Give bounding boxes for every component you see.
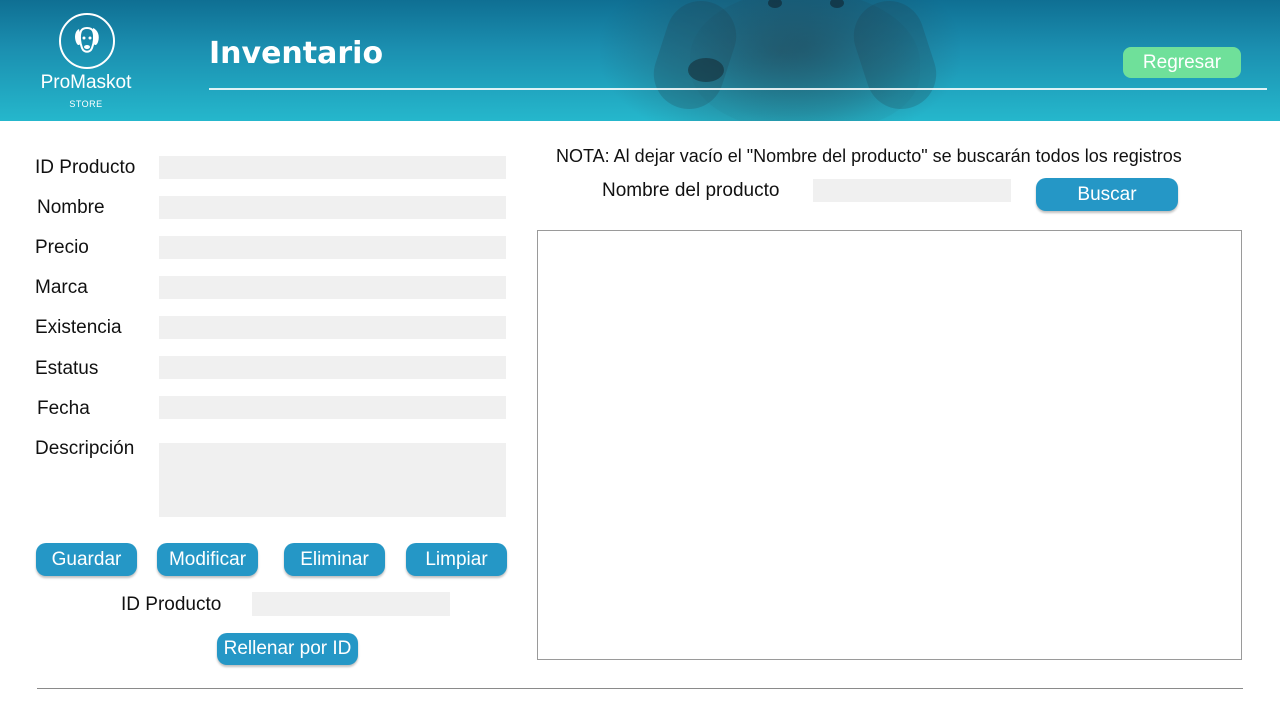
precio-label: Precio bbox=[35, 237, 89, 258]
nombre-label: Nombre bbox=[37, 197, 105, 218]
search-note: NOTA: Al dejar vacío el "Nombre del prod… bbox=[556, 146, 1182, 166]
delete-button[interactable]: Eliminar bbox=[284, 543, 385, 576]
precio-field[interactable] bbox=[159, 236, 506, 259]
estatus-field[interactable] bbox=[159, 356, 506, 379]
fecha-field[interactable] bbox=[159, 396, 506, 419]
dog-photo-nose bbox=[688, 58, 724, 82]
brand-name: ProMaskot bbox=[40, 72, 132, 93]
descripcion-field[interactable] bbox=[159, 443, 506, 517]
save-button[interactable]: Guardar bbox=[36, 543, 137, 576]
existencia-label: Existencia bbox=[35, 317, 122, 338]
product-name-search-input[interactable] bbox=[813, 179, 1011, 202]
marca-field[interactable] bbox=[159, 276, 506, 299]
dog-photo-eye bbox=[768, 0, 782, 8]
results-grid[interactable] bbox=[537, 230, 1242, 660]
nombre-field[interactable] bbox=[159, 196, 506, 219]
brand-subtitle: STORE bbox=[69, 99, 103, 109]
fecha-label: Fecha bbox=[37, 398, 90, 419]
existencia-field[interactable] bbox=[159, 316, 506, 339]
clear-button[interactable]: Limpiar bbox=[406, 543, 507, 576]
lookup-id-field[interactable] bbox=[252, 592, 450, 616]
back-button[interactable]: Regresar bbox=[1123, 47, 1241, 78]
id-producto-field[interactable] bbox=[159, 156, 506, 179]
title-divider bbox=[209, 88, 1267, 90]
search-button[interactable]: Buscar bbox=[1036, 178, 1178, 211]
lookup-id-label: ID Producto bbox=[121, 594, 222, 615]
id-producto-label: ID Producto bbox=[35, 157, 136, 178]
page-title: Inventario bbox=[209, 36, 384, 71]
footer-divider bbox=[37, 688, 1243, 689]
dog-logo-icon bbox=[59, 13, 115, 69]
header-banner: ProMaskot STORE Inventario Regresar bbox=[0, 0, 1280, 121]
marca-label: Marca bbox=[35, 277, 88, 298]
fill-by-id-button[interactable]: Rellenar por ID bbox=[217, 633, 358, 665]
dog-photo-head bbox=[690, 0, 920, 121]
descripcion-label: Descripción bbox=[35, 438, 135, 459]
dog-photo-eye bbox=[830, 0, 844, 8]
product-name-search-label: Nombre del producto bbox=[602, 180, 780, 201]
modify-button[interactable]: Modificar bbox=[157, 543, 258, 576]
estatus-label: Estatus bbox=[35, 358, 99, 379]
